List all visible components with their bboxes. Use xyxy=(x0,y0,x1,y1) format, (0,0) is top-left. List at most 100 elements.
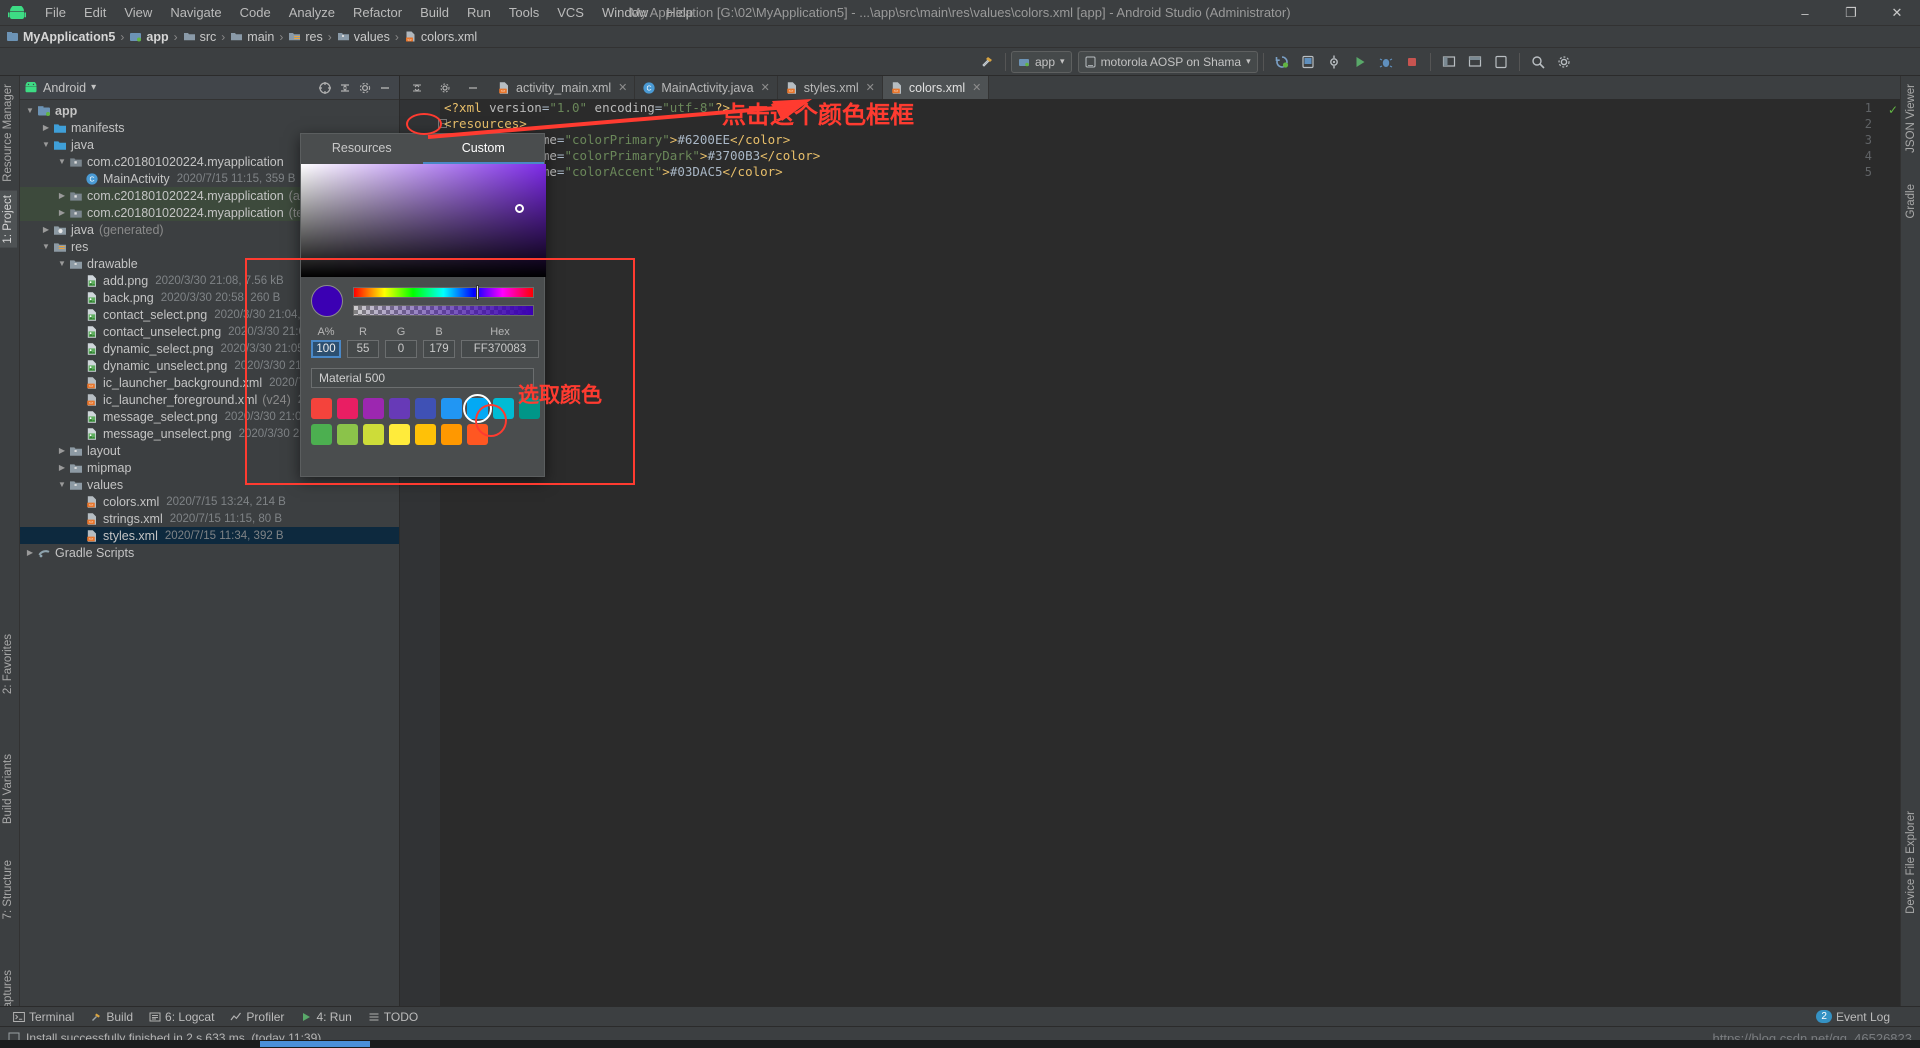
palette-swatch[interactable] xyxy=(467,398,488,419)
breadcrumb-item-app[interactable]: app xyxy=(129,30,168,44)
chevron-right-icon[interactable]: ▶ xyxy=(24,548,36,557)
hue-slider[interactable] xyxy=(353,287,534,298)
menu-item-help[interactable]: Help xyxy=(657,3,702,22)
menu-item-tools[interactable]: Tools xyxy=(500,3,548,22)
bottom-tool-terminal[interactable]: Terminal xyxy=(6,1009,81,1025)
menu-item-window[interactable]: Window xyxy=(593,3,657,22)
menu-item-code[interactable]: Code xyxy=(231,3,280,22)
palette-swatch[interactable] xyxy=(441,398,462,419)
breadcrumb-item-src[interactable]: src xyxy=(183,30,217,44)
device-selector[interactable]: motorola AOSP on Shama ▾ xyxy=(1078,51,1258,73)
maximize-button[interactable]: ❐ xyxy=(1828,0,1874,26)
chevron-right-icon[interactable]: ▶ xyxy=(40,225,52,234)
tool-window-gradle[interactable]: Gradle xyxy=(1902,180,1920,223)
collapse-all-icon[interactable] xyxy=(335,78,355,98)
menu-item-file[interactable]: File xyxy=(36,3,75,22)
tab-resources[interactable]: Resources xyxy=(301,134,423,164)
tree-row[interactable]: ▼app xyxy=(20,102,399,119)
palette-swatch-grid[interactable] xyxy=(311,398,534,455)
palette-swatch[interactable] xyxy=(415,424,436,445)
sdk-manager-icon[interactable] xyxy=(1322,50,1346,74)
palette-swatch[interactable] xyxy=(467,424,488,445)
chevron-down-icon[interactable]: ▼ xyxy=(40,140,52,149)
color-picker-tabs[interactable]: Resources Custom xyxy=(301,134,544,164)
palette-swatch[interactable] xyxy=(441,424,462,445)
palette-swatch[interactable] xyxy=(311,424,332,445)
palette-selector[interactable]: Material 500 xyxy=(311,368,534,388)
menu-item-refactor[interactable]: Refactor xyxy=(344,3,411,22)
breadcrumb-item-main[interactable]: main xyxy=(230,30,274,44)
tool-window-json-viewer[interactable]: JSON Viewer xyxy=(1902,80,1920,157)
chevron-down-icon[interactable]: ▼ xyxy=(56,259,68,268)
bottom-tool-build[interactable]: Build xyxy=(83,1009,140,1025)
panel-settings-gear-icon[interactable] xyxy=(355,78,375,98)
palette-swatch[interactable] xyxy=(363,424,384,445)
run-config-selector[interactable]: app ▾ xyxy=(1011,51,1072,73)
chevron-down-icon[interactable]: ▾ xyxy=(91,82,96,93)
scroll-from-source-icon[interactable] xyxy=(315,78,335,98)
bottom-tool-todo[interactable]: TODO xyxy=(361,1009,425,1025)
saturation-value-box[interactable] xyxy=(301,164,546,277)
chevron-right-icon[interactable]: ▶ xyxy=(56,191,68,200)
code-editor[interactable]: 12345 − <?xml version="1.0" encoding="ut… xyxy=(400,100,1900,1008)
bottom-tool-run[interactable]: 4: Run xyxy=(293,1009,358,1025)
avd-manager-icon[interactable] xyxy=(1296,50,1320,74)
hue-slider-knob[interactable] xyxy=(476,285,479,300)
sync-gradle-icon[interactable] xyxy=(1270,50,1294,74)
breadcrumb-item-project[interactable]: MyApplication5 xyxy=(6,30,115,44)
menu-item-edit[interactable]: Edit xyxy=(75,3,115,22)
bottom-tool-logcat[interactable]: 6: Logcat xyxy=(142,1009,221,1025)
chevron-right-icon[interactable]: ▶ xyxy=(56,446,68,455)
menu-bar[interactable]: File Edit View Navigate Code Analyze Ref… xyxy=(36,3,702,22)
tool-window-favorites[interactable]: 2: Favorites xyxy=(0,630,17,698)
menu-item-build[interactable]: Build xyxy=(411,3,458,22)
minimize-button[interactable]: – xyxy=(1782,0,1828,26)
color-field-input[interactable] xyxy=(461,340,539,358)
tree-row[interactable]: <>styles.xml2020/7/15 11:34, 392 B xyxy=(20,527,399,544)
editor-settings-gear-icon[interactable] xyxy=(433,76,457,100)
bottom-tool-profiler[interactable]: Profiler xyxy=(223,1009,291,1025)
run-button[interactable] xyxy=(1348,50,1372,74)
breadcrumb-item-values[interactable]: values xyxy=(337,30,390,44)
event-log-button[interactable]: 2 Event Log xyxy=(1816,1010,1890,1024)
device-file-icon[interactable] xyxy=(1489,50,1513,74)
alpha-slider[interactable] xyxy=(353,305,534,316)
tool-window-build-variants[interactable]: Build Variants xyxy=(0,750,17,828)
hammer-build-icon[interactable] xyxy=(975,50,999,74)
tool-window-resource-manager[interactable]: Resource Manager xyxy=(0,80,17,186)
color-field-input[interactable] xyxy=(423,340,455,358)
menu-item-run[interactable]: Run xyxy=(458,3,500,22)
close-icon[interactable]: ✕ xyxy=(761,81,770,94)
menu-item-navigate[interactable]: Navigate xyxy=(161,3,230,22)
palette-swatch[interactable] xyxy=(337,424,358,445)
stop-button[interactable] xyxy=(1400,50,1424,74)
tab-custom[interactable]: Custom xyxy=(423,134,545,164)
menu-item-view[interactable]: View xyxy=(115,3,161,22)
chevron-down-icon[interactable]: ▼ xyxy=(24,106,36,115)
chevron-right-icon[interactable]: ▶ xyxy=(56,208,68,217)
menu-item-analyze[interactable]: Analyze xyxy=(280,3,344,22)
layout-inspector-icon[interactable] xyxy=(1437,50,1461,74)
tree-row[interactable]: ▶Gradle Scripts xyxy=(20,544,399,561)
tree-row[interactable]: ▼values xyxy=(20,476,399,493)
tool-window-project[interactable]: 1: Project xyxy=(0,191,17,248)
palette-swatch[interactable] xyxy=(389,398,410,419)
chevron-right-icon[interactable]: ▶ xyxy=(56,463,68,472)
hide-editor-icon[interactable] xyxy=(461,76,485,100)
tool-window-structure[interactable]: 7: Structure xyxy=(0,856,17,923)
expand-collapse-icon[interactable] xyxy=(405,76,429,100)
chevron-down-icon[interactable]: ▼ xyxy=(40,242,52,251)
color-field-input[interactable] xyxy=(385,340,417,358)
editor-tab[interactable]: <>activity_main.xml✕ xyxy=(490,76,635,99)
tool-window-device-file-explorer[interactable]: Device File Explorer xyxy=(1902,807,1920,918)
hide-panel-icon[interactable] xyxy=(375,78,395,98)
palette-swatch[interactable] xyxy=(493,398,514,419)
settings-gear-icon[interactable] xyxy=(1552,50,1576,74)
tree-row[interactable]: <>strings.xml2020/7/15 11:15, 80 B xyxy=(20,510,399,527)
close-icon[interactable]: ✕ xyxy=(618,81,627,94)
breadcrumb-item-file[interactable]: <> colors.xml xyxy=(404,30,477,44)
palette-swatch[interactable] xyxy=(389,424,410,445)
color-field-input[interactable] xyxy=(347,340,379,358)
saturation-cursor[interactable] xyxy=(515,204,524,213)
chevron-right-icon[interactable]: ▶ xyxy=(40,123,52,132)
